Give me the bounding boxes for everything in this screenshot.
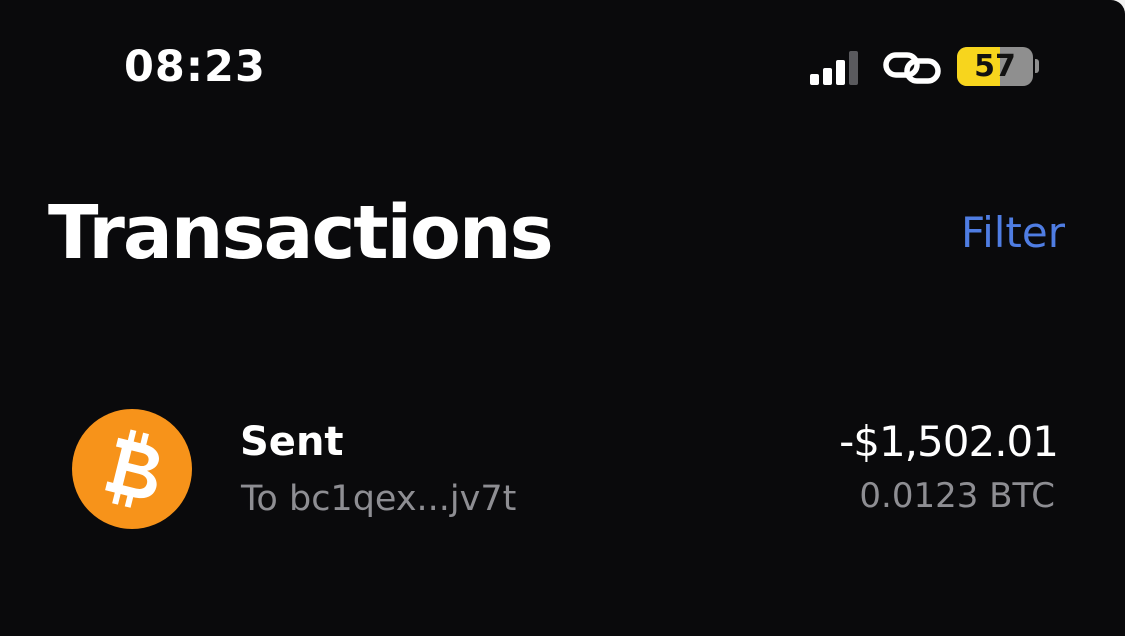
battery-level: 57 [974, 49, 1016, 84]
transaction-row[interactable]: Sent To bc1qex...jv7t -$1,502.01 0.0123 … [0, 395, 1125, 545]
personal-hotspot-icon [883, 52, 941, 84]
filter-button[interactable]: Filter [961, 208, 1065, 258]
status-time: 08:23 [124, 42, 266, 92]
transaction-crypto-amount: 0.0123 BTC [859, 476, 1055, 516]
transactions-screen: 08:23 57 Transactions Filter Sent To bc1… [0, 0, 1125, 636]
cellular-signal-icon [810, 49, 858, 85]
page-title: Transactions [48, 190, 554, 276]
battery-cap [1035, 59, 1039, 73]
transaction-fiat-amount: -$1,502.01 [839, 417, 1059, 466]
transaction-type: Sent [240, 419, 344, 465]
bitcoin-icon [72, 409, 192, 529]
transaction-recipient: To bc1qex...jv7t [241, 479, 517, 519]
battery-icon: 57 [957, 47, 1033, 86]
